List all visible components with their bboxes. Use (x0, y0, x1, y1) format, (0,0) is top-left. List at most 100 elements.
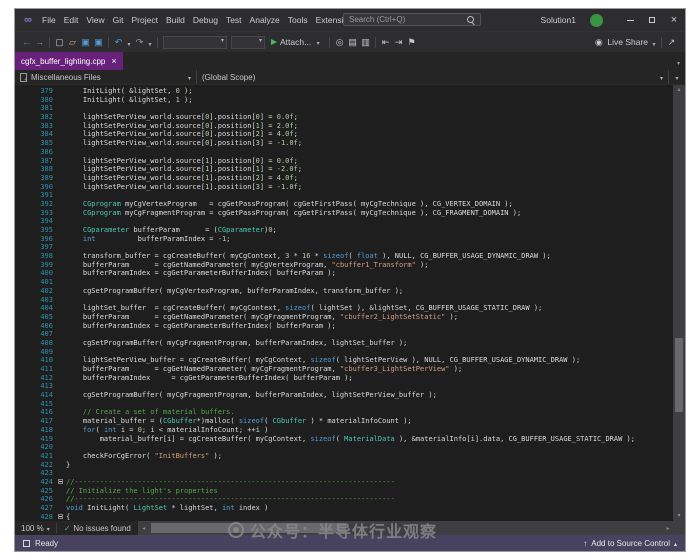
tab-list-caret-icon[interactable] (677, 52, 680, 70)
breakpoint-margin[interactable] (15, 374, 25, 383)
menu-item-tools[interactable]: Tools (284, 9, 312, 31)
code-line[interactable]: 384 lightSetPerView_world.source[0].posi… (15, 130, 673, 139)
breakpoint-margin[interactable] (15, 304, 25, 313)
breakpoint-margin[interactable] (15, 478, 25, 487)
member-scope-dropdown[interactable] (669, 70, 685, 84)
code-line[interactable]: 405 bufferParam = cgGetNamedParameter( m… (15, 313, 673, 322)
breakpoint-margin[interactable] (15, 252, 25, 261)
code-line[interactable]: 404 lightSet_buffer = cgCreateBuffer( my… (15, 304, 673, 313)
code-line[interactable]: 411 bufferParam = cgGetNamedParameter( m… (15, 365, 673, 374)
breakpoint-margin[interactable] (15, 426, 25, 435)
code-line[interactable]: 398 transform_buffer = cgCreateBuffer( m… (15, 252, 673, 261)
scroll-down-icon[interactable] (673, 511, 685, 521)
menu-item-build[interactable]: Build (162, 9, 189, 31)
scroll-left-icon[interactable] (139, 521, 149, 535)
code-line[interactable]: 423 (15, 469, 673, 478)
vertical-scrollbar-thumb[interactable] (675, 338, 683, 412)
code-line[interactable]: 401 (15, 278, 673, 287)
code-line[interactable]: 382 lightSetPerView_world.source[0].posi… (15, 113, 673, 122)
code-line[interactable]: 421 checkForCgError( "InitBuffers" ); (15, 452, 673, 461)
code-line[interactable]: 383 lightSetPerView_world.source[0].posi… (15, 122, 673, 131)
background-tasks-icon[interactable] (23, 540, 30, 547)
breakpoint-margin[interactable] (15, 443, 25, 452)
code-line[interactable]: 416 // Create a set of material buffers. (15, 408, 673, 417)
breakpoint-margin[interactable] (15, 313, 25, 322)
dropdown-caret-icon[interactable] (146, 33, 154, 51)
open-file-icon[interactable]: ▱ (66, 32, 79, 52)
breakpoint-margin[interactable] (15, 130, 25, 139)
breakpoint-margin[interactable] (15, 235, 25, 244)
breakpoint-margin[interactable] (15, 87, 25, 96)
tab-close-icon[interactable] (111, 57, 116, 66)
breakpoint-margin[interactable] (15, 217, 25, 226)
code-line[interactable]: 408 cgSetProgramBuffer( myCgFragmentProg… (15, 339, 673, 348)
code-line[interactable]: 427void InitLight( LightSet * lightSet, … (15, 504, 673, 513)
minimize-button[interactable] (619, 9, 641, 31)
breakpoint-margin[interactable] (15, 122, 25, 131)
visual-studio-logo-icon[interactable] (21, 14, 35, 26)
find-in-files-icon[interactable]: ◎ (333, 32, 346, 52)
breakpoint-margin[interactable] (15, 330, 25, 339)
global-scope-dropdown[interactable]: (Global Scope) (197, 70, 669, 84)
code-line[interactable]: 400 bufferParamIndex = cgGetParameterBuf… (15, 269, 673, 278)
breakpoint-margin[interactable] (15, 96, 25, 105)
breakpoint-margin[interactable] (15, 391, 25, 400)
breakpoint-margin[interactable] (15, 365, 25, 374)
code-line[interactable]: 414 cgSetProgramBuffer( myCgFragmentProg… (15, 391, 673, 400)
code-line[interactable]: 386 (15, 148, 673, 157)
breakpoint-margin[interactable] (15, 504, 25, 513)
code-line[interactable]: 391 (15, 191, 673, 200)
code-line[interactable]: 424//-----------------------------------… (15, 478, 673, 487)
code-line[interactable]: 418 for( int i = 0; i < materialInfoCoun… (15, 426, 673, 435)
code-line[interactable]: 394 (15, 217, 673, 226)
code-line[interactable]: 393 CGprogram myCgFragmentProgram = cgGe… (15, 209, 673, 218)
breakpoint-margin[interactable] (15, 513, 25, 521)
breakpoint-margin[interactable] (15, 348, 25, 357)
code-line[interactable]: 403 (15, 296, 673, 305)
code-line[interactable]: 387 lightSetPerView_world.source[1].posi… (15, 157, 673, 166)
code-line[interactable]: 396 int bufferParamIndex = -1; (15, 235, 673, 244)
code-line[interactable]: 402 cgSetProgramBuffer( myCgVertexProgra… (15, 287, 673, 296)
share-icon[interactable]: ↗ (665, 32, 678, 52)
navigate-back-icon[interactable]: ← (20, 32, 33, 52)
breakpoint-margin[interactable] (15, 435, 25, 444)
breakpoint-margin[interactable] (15, 461, 25, 470)
breakpoint-margin[interactable] (15, 269, 25, 278)
code-line[interactable]: 410 lightSetPerView_buffer = cgCreateBuf… (15, 356, 673, 365)
save-all-icon[interactable]: ▣ (92, 32, 105, 52)
code-line[interactable]: 395 CGparameter bufferParam = (CGparamet… (15, 226, 673, 235)
project-scope-dropdown[interactable]: Miscellaneous Files (15, 70, 197, 84)
breakpoint-margin[interactable] (15, 382, 25, 391)
fold-collapse-icon[interactable] (57, 513, 66, 521)
menu-item-git[interactable]: Git (109, 9, 128, 31)
code-line[interactable]: 417 material_buffer = (CGbuffer*)malloc(… (15, 417, 673, 426)
code-editor[interactable]: 379 InitLight( &lightSet, 0 );380 InitLi… (15, 85, 673, 521)
redo-icon[interactable]: ↷ (133, 32, 146, 52)
code-line[interactable]: 406 bufferParamIndex = cgGetParameterBuf… (15, 322, 673, 331)
code-line[interactable]: 390 lightSetPerView_world.source[1].posi… (15, 183, 673, 192)
breakpoint-margin[interactable] (15, 261, 25, 270)
breakpoint-margin[interactable] (15, 191, 25, 200)
breakpoint-margin[interactable] (15, 278, 25, 287)
solution-configurations-combo[interactable] (163, 36, 227, 49)
code-line[interactable]: 422} (15, 461, 673, 470)
vertical-scrollbar[interactable] (673, 85, 685, 521)
menu-item-file[interactable]: File (38, 9, 60, 31)
dropdown-caret-icon[interactable] (125, 33, 133, 51)
breakpoint-margin[interactable] (15, 148, 25, 157)
breakpoint-margin[interactable] (15, 183, 25, 192)
menu-item-debug[interactable]: Debug (189, 9, 222, 31)
breakpoint-margin[interactable] (15, 200, 25, 209)
code-line[interactable]: 415 (15, 400, 673, 409)
code-line[interactable]: 419 material_buffer[i] = cgCreateBuffer(… (15, 435, 673, 444)
comment-icon[interactable]: ▤ (346, 32, 359, 52)
menu-item-test[interactable]: Test (222, 9, 246, 31)
fold-collapse-icon[interactable] (57, 478, 66, 487)
breakpoint-margin[interactable] (15, 165, 25, 174)
code-line[interactable]: 388 lightSetPerView_world.source[1].posi… (15, 165, 673, 174)
breakpoint-margin[interactable] (15, 226, 25, 235)
breakpoint-margin[interactable] (15, 104, 25, 113)
breakpoint-margin[interactable] (15, 339, 25, 348)
breakpoint-margin[interactable] (15, 296, 25, 305)
breakpoint-margin[interactable] (15, 452, 25, 461)
